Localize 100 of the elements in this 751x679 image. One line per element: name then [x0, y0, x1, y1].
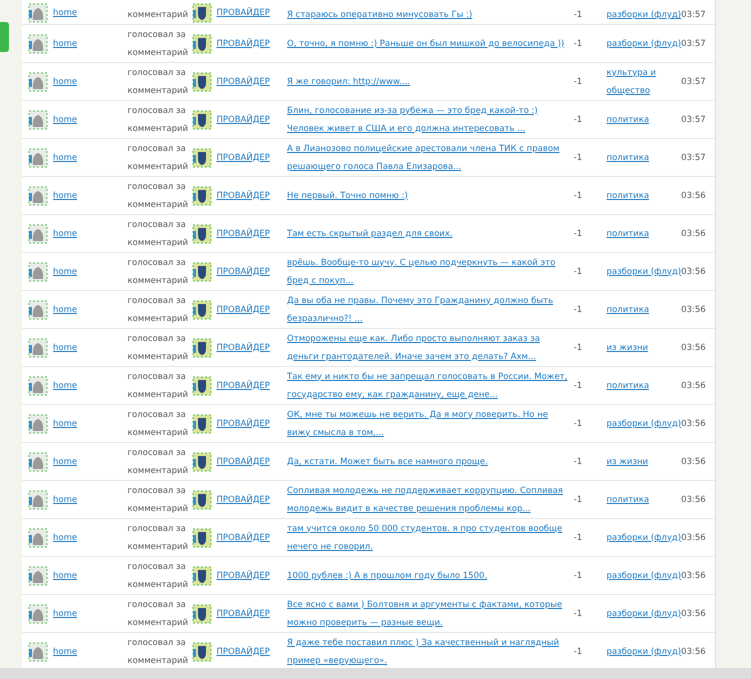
user-link[interactable]: home — [53, 34, 78, 52]
target-link[interactable]: ПРОВАЙДЕР — [216, 376, 270, 394]
target-link[interactable]: ПРОВАЙДЕР — [216, 110, 270, 128]
category-link[interactable]: политика — [606, 186, 650, 204]
category-link[interactable]: политика — [606, 300, 650, 318]
score-text: -1 — [574, 38, 582, 48]
time-text: 03:56 — [681, 304, 706, 314]
avatar-icon — [28, 642, 48, 662]
user-link[interactable]: home — [53, 452, 78, 470]
target-link[interactable]: ПРОВАЙДЕР — [216, 5, 270, 21]
category-link[interactable]: из жизни — [606, 452, 648, 470]
user-link[interactable]: home — [53, 376, 78, 394]
target-link[interactable]: ПРОВАЙДЕР — [216, 528, 270, 546]
comment-link[interactable]: Сопливая молодежь не поддерживает коррупцию. Сопливая молодежь видит в качестве решения проблемы кор... — [287, 482, 570, 518]
category-link[interactable]: разборки (флуд) — [606, 262, 682, 280]
user-link[interactable]: home — [53, 566, 78, 584]
category-link[interactable]: разборки (флуд) — [606, 642, 682, 660]
avatar-icon — [28, 452, 48, 472]
category-link[interactable]: разборки (флуд) — [606, 604, 682, 622]
time-text: 03:57 — [681, 38, 706, 48]
category-link[interactable]: культура и общество — [606, 64, 682, 100]
time-text: 03:57 — [681, 10, 706, 20]
comment-link[interactable]: ОК, мне ты можешь не верить. Да я могу поверить. Но не вижу смысла в том,... — [287, 406, 570, 442]
comment-link[interactable]: Все ясно с вами ) Болтовня и аргументы с фактами, которые можно проверить — разные вещи. — [287, 596, 570, 632]
category-link[interactable]: политика — [606, 376, 650, 394]
comment-link[interactable]: Отморожены еще как. Либо просто выполняют заказ за деньги грантодателей. Иначе зачем это делать? Ахм... — [287, 330, 570, 366]
comment-link[interactable]: Так ему и никто бы не запрещал голосовать в России. Может, государство ему, как гражданину, еще дене... — [287, 368, 570, 404]
category-link[interactable]: политика — [606, 110, 650, 128]
time-text: 03:56 — [681, 456, 706, 466]
time-text: 03:56 — [681, 342, 706, 352]
user-link[interactable]: home — [53, 110, 78, 128]
comment-link[interactable]: Я даже тебе поставил плюс ) За качественный и наглядный пример «верующего». — [287, 634, 570, 668]
user-link[interactable]: home — [53, 528, 78, 546]
comment-link[interactable]: врёшь. Вообще-то шучу. С целью подчеркнуть — какой это бред с покуп... — [287, 254, 570, 290]
category-link[interactable]: разборки (флуд) — [606, 528, 682, 546]
target-link[interactable]: ПРОВАЙДЕР — [216, 72, 270, 90]
comment-link[interactable]: Да вы оба не правы. Почему это Гражданину должно быть безразлично?! ... — [287, 292, 570, 328]
time-text: 03:57 — [681, 152, 706, 162]
target-link[interactable]: ПРОВАЙДЕР — [216, 300, 270, 318]
comment-link[interactable]: Я же говорил: http://www.... — [287, 72, 410, 90]
user-link[interactable]: home — [53, 148, 78, 166]
category-link[interactable]: политика — [606, 148, 650, 166]
user-link[interactable]: home — [53, 490, 78, 508]
comment-link[interactable]: 1000 рублев :) А в прошлом году было 1500. — [287, 566, 488, 584]
score-text: -1 — [574, 570, 582, 580]
target-link[interactable]: ПРОВАЙДЕР — [216, 490, 270, 508]
user-link[interactable]: home — [53, 72, 78, 90]
target-link[interactable]: ПРОВАЙДЕР — [216, 34, 270, 52]
emblem-icon — [192, 490, 212, 510]
comment-link[interactable]: А в Лианозово полицейские арестовали члена ТИК с правом решающего голоса Павла Елизарова... — [287, 140, 570, 176]
time-text: 03:56 — [681, 190, 706, 200]
target-link[interactable]: ПРОВАЙДЕР — [216, 186, 270, 204]
target-link[interactable]: ПРОВАЙДЕР — [216, 224, 270, 242]
action-text: комментарий — [128, 9, 190, 22]
user-link[interactable]: home — [53, 186, 78, 204]
comment-link[interactable]: Блин, голосование из-за рубежа — это бред какой-то :) Человек живет в США и его должна интересовать ... — [287, 102, 570, 138]
target-link[interactable]: ПРОВАЙДЕР — [216, 262, 270, 280]
user-link[interactable]: home — [53, 642, 78, 660]
avatar-icon — [28, 528, 48, 548]
emblem-icon — [192, 148, 212, 168]
category-link[interactable]: политика — [606, 224, 650, 242]
comment-link[interactable]: Я стараюсь оперативно минусовать Гы :) — [287, 7, 472, 23]
user-link[interactable]: home — [53, 604, 78, 622]
target-link[interactable]: ПРОВАЙДЕР — [216, 338, 270, 356]
comment-link[interactable]: Не первый. Точно помню :) — [287, 186, 408, 204]
emblem-icon — [192, 110, 212, 130]
avatar-icon — [28, 72, 48, 92]
category-link[interactable]: разборки (флуд) — [606, 414, 682, 432]
user-link[interactable]: home — [53, 338, 78, 356]
avatar-icon — [28, 224, 48, 244]
target-link[interactable]: ПРОВАЙДЕР — [216, 148, 270, 166]
target-link[interactable]: ПРОВАЙДЕР — [216, 642, 270, 660]
category-link[interactable]: разборки (флуд) — [606, 34, 682, 52]
user-link[interactable]: home — [53, 300, 78, 318]
user-link[interactable]: home — [53, 262, 78, 280]
category-link[interactable]: из жизни — [606, 338, 648, 356]
category-link[interactable]: разборки (флуд) — [606, 7, 682, 23]
target-link[interactable]: ПРОВАЙДЕР — [216, 452, 270, 470]
user-link[interactable]: home — [53, 414, 78, 432]
side-tab[interactable] — [0, 22, 9, 52]
user-link[interactable]: home — [53, 224, 78, 242]
score-text: -1 — [574, 228, 582, 238]
score-text: -1 — [574, 532, 582, 542]
category-link[interactable]: разборки (флуд) — [606, 566, 682, 584]
score-text: -1 — [574, 456, 582, 466]
comment-link[interactable]: Там есть скрытый раздел для своих. — [287, 224, 453, 242]
target-link[interactable]: ПРОВАЙДЕР — [216, 566, 270, 584]
emblem-icon — [192, 34, 212, 54]
time-text: 03:56 — [681, 418, 706, 428]
target-link[interactable]: ПРОВАЙДЕР — [216, 414, 270, 432]
emblem-icon — [192, 300, 212, 320]
avatar-icon — [28, 148, 48, 168]
comment-link[interactable]: там учится около 50 000 студентов. я про студентов вообще нечего не говорил. — [287, 520, 570, 556]
user-link[interactable]: home — [53, 5, 78, 21]
target-link[interactable]: ПРОВАЙДЕР — [216, 604, 270, 622]
comment-link[interactable]: Да, кстати. Может быть все намного проще. — [287, 452, 488, 470]
avatar-icon — [28, 490, 48, 510]
action-text: голосовал за комментарий — [128, 636, 190, 668]
category-link[interactable]: политика — [606, 490, 650, 508]
comment-link[interactable]: О, точно, я помню :) Раньше он был мишкой до велосипеда )) — [287, 34, 564, 52]
